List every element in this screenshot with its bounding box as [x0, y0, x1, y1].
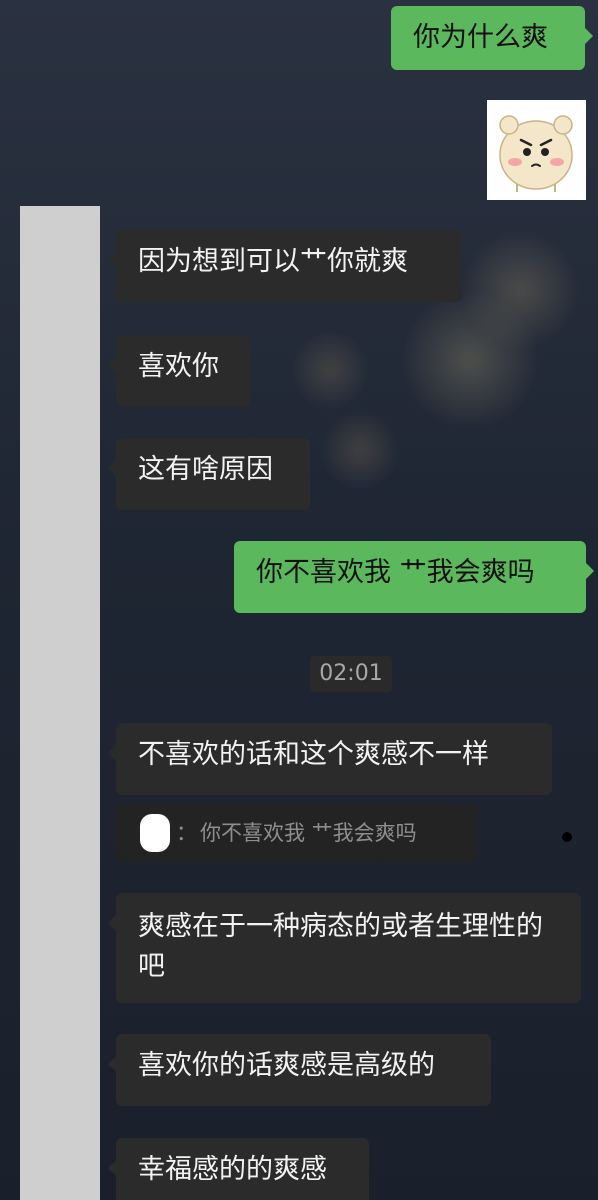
- message-bubble-received[interactable]: 不喜欢的话和这个爽感不一样: [108, 723, 552, 795]
- quoted-text: 你不喜欢我 艹我会爽吗: [200, 821, 417, 845]
- message-bubble-received[interactable]: 这有啥原因: [108, 438, 310, 510]
- message-bubble-received[interactable]: 喜欢你的话爽感是高级的: [108, 1034, 491, 1106]
- redacted-avatar: [140, 814, 170, 852]
- message-bubble-received[interactable]: 幸福感的的爽感: [108, 1138, 369, 1200]
- message-bubble-sent[interactable]: 你不喜欢我 艹我会爽吗: [234, 541, 594, 613]
- message-bubble-received[interactable]: 喜欢你: [108, 335, 250, 407]
- dot-marker: [562, 832, 572, 842]
- message-bubble-sent[interactable]: 你为什么爽: [391, 6, 593, 70]
- quote-separator: ：: [176, 821, 197, 845]
- message-bubble-received[interactable]: 因为想到可以艹你就爽: [108, 230, 462, 302]
- quoted-reply[interactable]: ： 你不喜欢我 艹我会爽吗: [116, 804, 478, 862]
- redacted-avatar-strip: [20, 206, 100, 1200]
- message-timestamp: 02:01: [310, 656, 392, 692]
- message-bubble-received[interactable]: 爽感在于一种病态的或者生理性的吧: [108, 893, 581, 1003]
- angry-bear-sticker[interactable]: [487, 100, 586, 200]
